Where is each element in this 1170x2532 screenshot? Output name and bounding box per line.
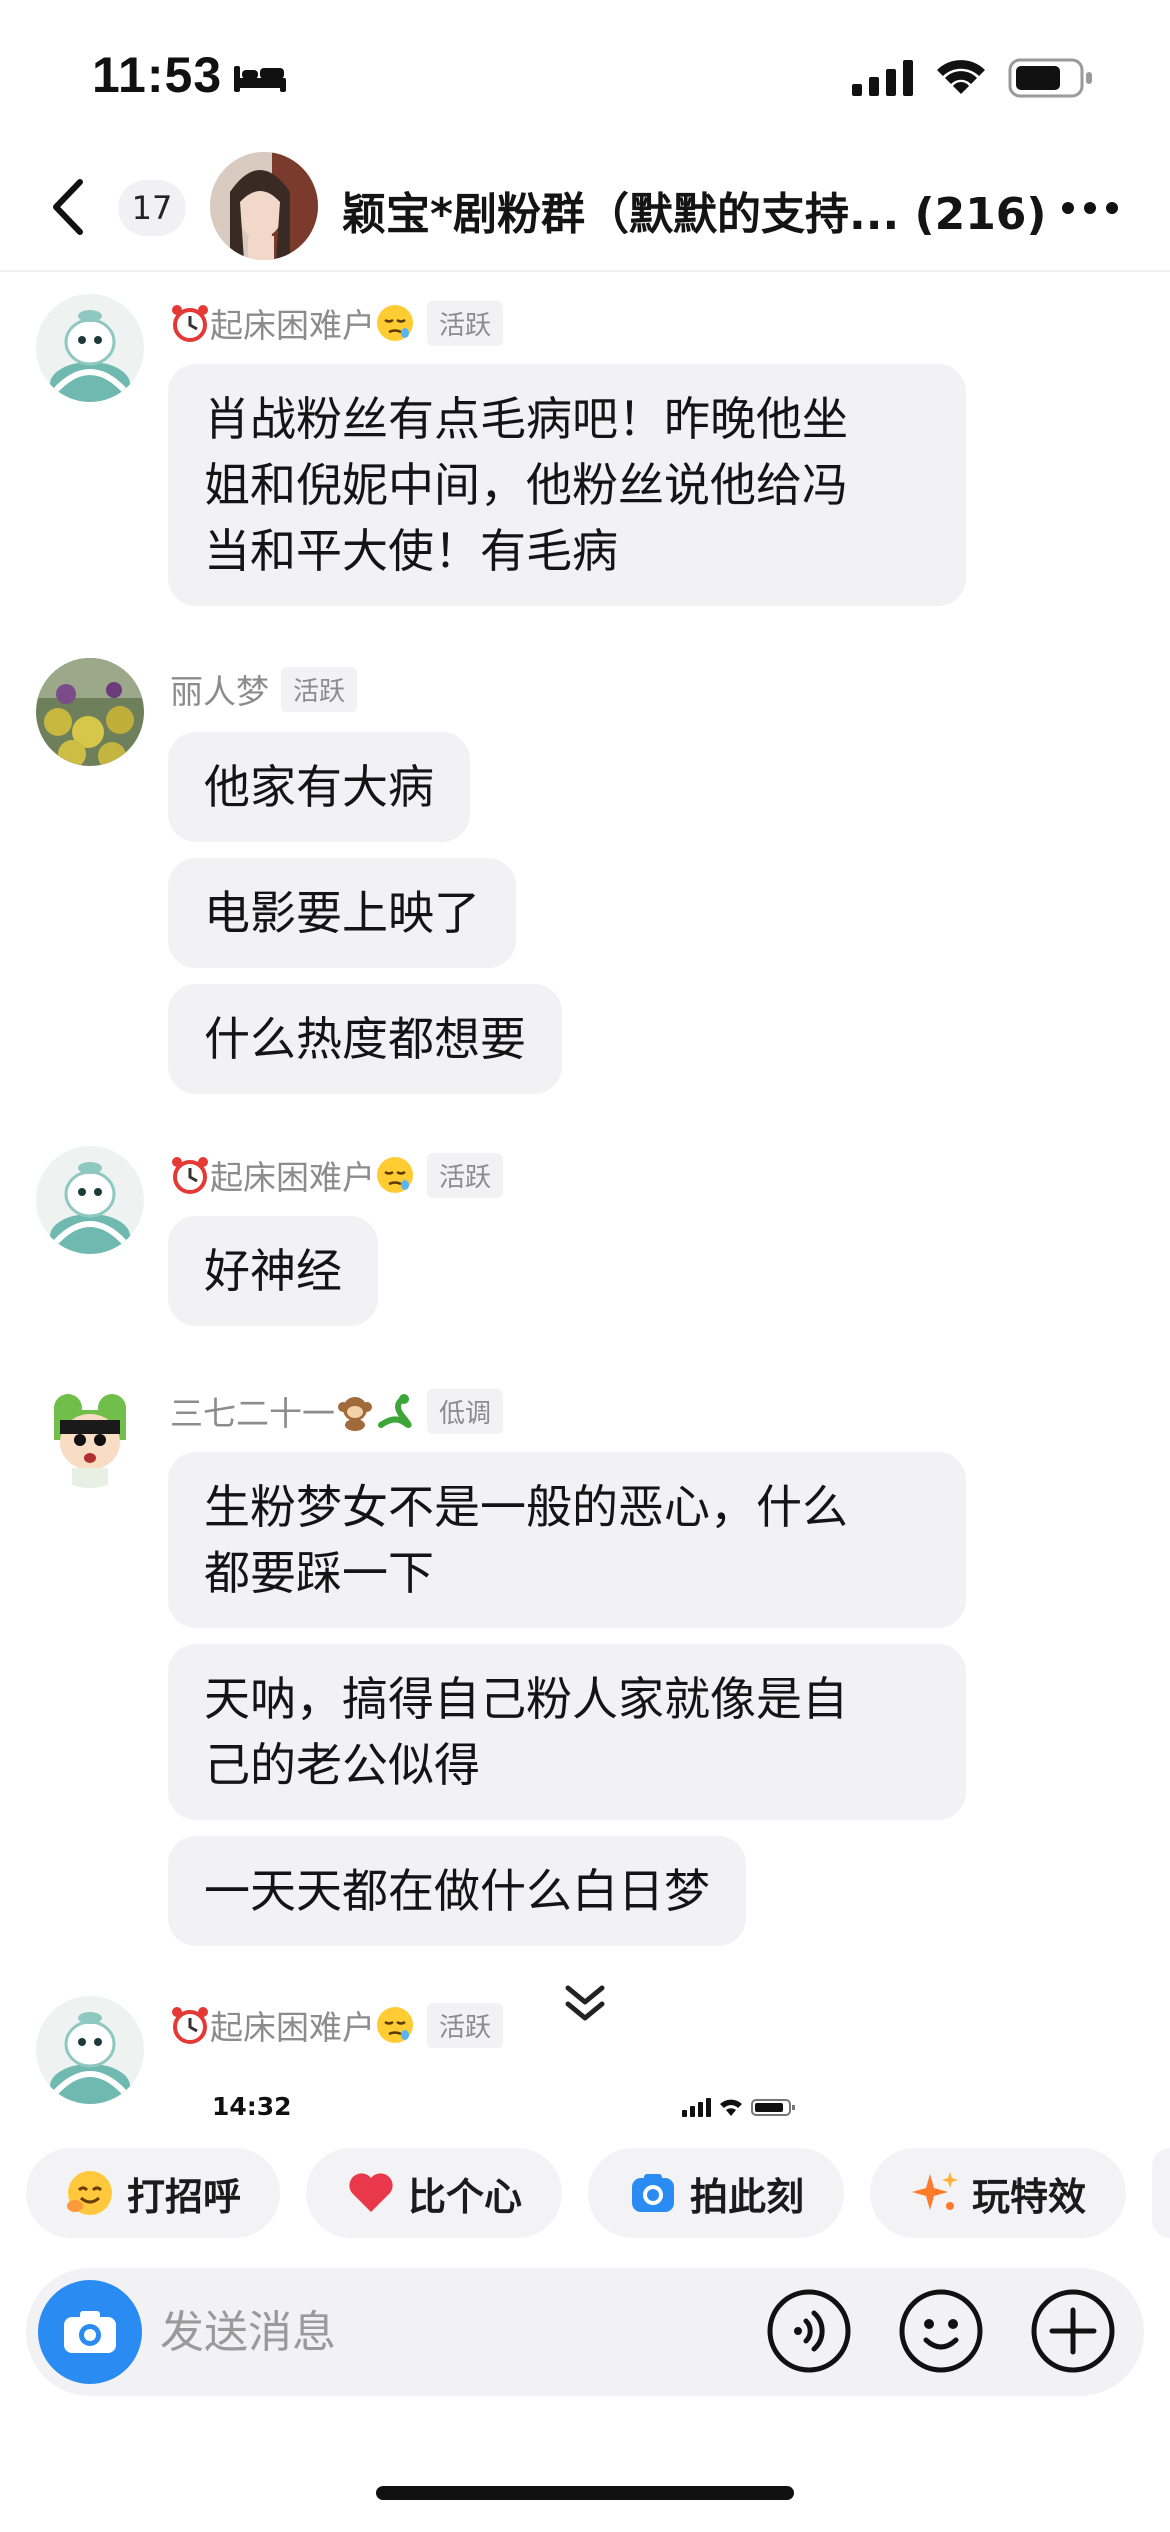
camera-icon [64, 2311, 116, 2353]
message-bubble[interactable]: 一天天都在做什么白日梦 [168, 1836, 746, 1946]
greeting-icon [66, 2171, 112, 2215]
quick-action-label: 打招呼 [126, 2174, 241, 2219]
emoji-icon[interactable] [898, 2288, 984, 2374]
snake-icon [378, 1394, 412, 1428]
message-line: 己的老公似得 [204, 1738, 480, 1792]
camera-icon [631, 2174, 674, 2212]
signal-icon [852, 60, 913, 96]
sleepy-face-icon [377, 1157, 413, 1193]
message-bubble[interactable]: 他家有大病 [168, 732, 470, 842]
alarm-clock-icon [172, 1157, 208, 1194]
sender-row: 起床困难户 活跃 [170, 2002, 530, 2048]
sleepy-face-icon [377, 2007, 413, 2043]
alarm-clock-icon [172, 305, 208, 342]
message-bubble[interactable]: 天呐，搞得自己粉人家就像是自 己的老公似得 [168, 1644, 966, 1820]
message-line: 生粉梦女不是一般的恶心，什么 [204, 1480, 848, 1534]
message-line: 姐和倪妮中间，他粉丝说他给冯 [204, 458, 848, 512]
sender-name[interactable]: 三七二十一 [170, 1387, 335, 1435]
message-line: 天呐，搞得自己粉人家就像是自 [204, 1672, 848, 1726]
message-bubble[interactable]: 生粉梦女不是一般的恶心，什么 都要踩一下 [168, 1452, 966, 1628]
avatar-qichuang[interactable] [36, 1146, 144, 1254]
sender-name[interactable]: 起床困难户 [210, 299, 375, 347]
message-text: 什么热度都想要 [204, 1012, 526, 1066]
avatar-qichuang[interactable] [36, 1996, 144, 2104]
sender-row: 丽人梦 活跃 [170, 665, 358, 713]
quick-action-label: 拍此刻 [689, 2174, 804, 2219]
unread-count-badge[interactable]: 17 [118, 180, 186, 236]
home-indicator[interactable] [376, 2486, 794, 2500]
quick-action-label: 比个心 [407, 2174, 522, 2219]
sender-name[interactable]: 起床困难户 [210, 2002, 375, 2048]
quick-action-capture[interactable]: 拍此刻 [588, 2148, 844, 2238]
sender-row: 起床困难户 活跃 [170, 299, 504, 347]
group-title[interactable]: 颖宝*剧粉群（默默的支持... (216) [342, 178, 1047, 242]
quick-action-heart[interactable]: 比个心 [306, 2148, 562, 2238]
activity-badge: 活跃 [427, 1152, 504, 1198]
message-text: 一天天都在做什么白日梦 [204, 1864, 710, 1918]
heart-icon [349, 2173, 393, 2212]
monkey-icon [338, 1397, 372, 1431]
quick-action-greet[interactable]: 打招呼 [26, 2148, 280, 2238]
scroll-down-icon[interactable] [558, 1976, 612, 2030]
message-line: 肖战粉丝有点毛病吧！昨晚他坐 [204, 392, 848, 446]
activity-badge: 活跃 [427, 2002, 504, 2048]
sender-row: 三七二十一 低调 [170, 1387, 504, 1435]
group-avatar[interactable] [210, 152, 318, 260]
avatar-qichuang[interactable] [36, 294, 144, 402]
quick-action-overflow[interactable] [1152, 2148, 1170, 2238]
embedded-status-icons [682, 2098, 795, 2117]
wifi-icon [937, 60, 985, 94]
message-bubble[interactable]: 好神经 [168, 1216, 378, 1326]
alarm-clock-icon [172, 2007, 208, 2044]
voice-icon[interactable] [766, 2288, 852, 2374]
back-chevron-icon[interactable] [46, 176, 88, 238]
activity-badge: 活跃 [281, 666, 358, 712]
bed-icon [234, 66, 286, 92]
message-input[interactable] [160, 2296, 720, 2368]
sleepy-face-icon [377, 305, 413, 341]
add-icon[interactable] [1030, 2288, 1116, 2374]
quick-action-label: 玩特效 [971, 2174, 1086, 2219]
sender-row: 起床困难户 活跃 [170, 1151, 504, 1199]
message-text: 他家有大病 [204, 760, 434, 814]
avatar-liren[interactable] [36, 658, 144, 766]
status-time: 11:53 [92, 47, 223, 103]
sparkle-icon [911, 2172, 958, 2210]
message-text: 电影要上映了 [204, 886, 480, 940]
sender-name[interactable]: 起床困难户 [210, 1151, 375, 1199]
message-line: 当和平大使！有毛病 [204, 524, 618, 578]
avatar-sanqi[interactable] [36, 1380, 144, 1488]
message-text: 好神经 [204, 1244, 342, 1298]
battery-icon [1008, 58, 1092, 98]
activity-badge: 活跃 [427, 300, 504, 346]
embedded-status-time: 14:32 [212, 2092, 292, 2121]
activity-badge: 低调 [427, 1388, 504, 1434]
header-divider [0, 270, 1170, 272]
message-line: 都要踩一下 [204, 1546, 434, 1600]
message-bubble[interactable]: 什么热度都想要 [168, 984, 562, 1094]
more-options-icon[interactable] [1060, 198, 1120, 218]
camera-button[interactable] [38, 2280, 142, 2384]
sender-name[interactable]: 丽人梦 [170, 665, 269, 713]
message-bubble[interactable]: 肖战粉丝有点毛病吧！昨晚他坐 姐和倪妮中间，他粉丝说他给冯 当和平大使！有毛病 [168, 364, 966, 606]
quick-action-effects[interactable]: 玩特效 [870, 2148, 1126, 2238]
message-bubble[interactable]: 电影要上映了 [168, 858, 516, 968]
